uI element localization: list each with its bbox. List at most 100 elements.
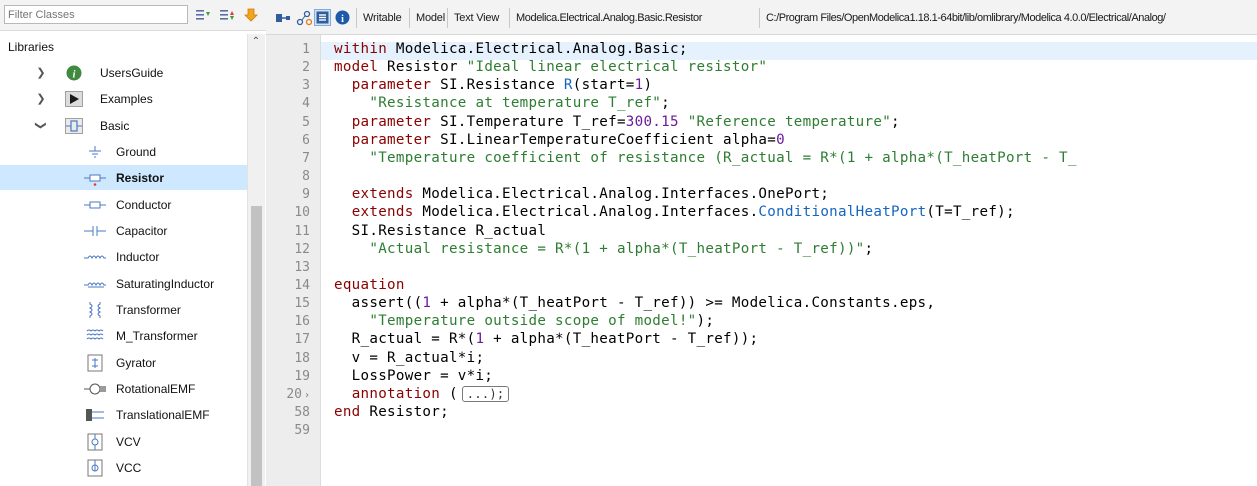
toolbar-separator [447, 8, 448, 28]
fold-marker-icon[interactable]: › [304, 390, 310, 401]
code-token: LossPower = v*i; [334, 367, 494, 384]
code-token: model [334, 59, 379, 76]
chevron-right-icon[interactable]: ❯ [36, 66, 46, 79]
scroll-up-arrow-icon[interactable]: ⌃ [251, 37, 261, 47]
tree-item-usersguide[interactable]: ❯ i UsersGuide [0, 60, 247, 85]
code-line: model Resistor "Ideal linear electrical … [334, 59, 767, 75]
code-token: SI.Temperature T_ref= [431, 113, 626, 130]
line-number: 11 [294, 223, 310, 239]
libraries-scrollbar[interactable]: ⌃ [247, 34, 265, 486]
documentation-view-icon[interactable]: i [334, 9, 351, 26]
tree-item-capacitor[interactable]: Capacitor [0, 218, 247, 243]
code-token: Modelica.Electrical.Analog.Basic; [387, 41, 688, 57]
line-number: 1 [302, 42, 310, 57]
chevron-right-icon[interactable]: ❯ [36, 92, 46, 105]
code-token: + alpha*(T_heatPort - T_ref)); [484, 331, 759, 348]
tree-item-translationalemf[interactable]: TranslationalEMF [0, 402, 247, 427]
tree-item-m-transformer[interactable]: M_Transformer [0, 323, 247, 348]
tree-item-inductor[interactable]: Inductor [0, 244, 247, 269]
conductor-symbol-icon [84, 196, 106, 214]
code-token: parameter [351, 77, 432, 94]
code-token: (start= [572, 77, 635, 94]
tree-item-gyrator[interactable]: Gyrator [0, 350, 247, 375]
sort-down-arrow-icon[interactable] [242, 6, 260, 24]
code-token: "Resistance at temperature T_ref" [369, 95, 662, 112]
code-token: extends [351, 204, 414, 221]
code-token: 0 [776, 131, 785, 148]
code-line: "Temperature outside scope of model!"); [334, 313, 714, 329]
code-token: parameter [351, 113, 432, 130]
m-transformer-symbol-icon [84, 327, 106, 345]
tree-item-label: VCC [116, 460, 142, 475]
tree-item-examples[interactable]: ❯ Examples [0, 86, 247, 111]
toolbar-separator [356, 8, 357, 28]
code-line: R_actual = R*(1 + alpha*(T_heatPort - T_… [334, 331, 758, 347]
line-number-gutter: 1 2 3 4 5 6 7 8 9 10 11 12 13 14 15 16 17 18 19 20 › 58 59 [266, 35, 321, 486]
tree-item-rotationalemf[interactable]: RotationalEMF [0, 376, 247, 401]
collapse-all-icon[interactable] [194, 6, 212, 24]
tree-item-ground[interactable]: Ground [0, 139, 247, 164]
code-token: within [334, 41, 388, 57]
code-line: extends Modelica.Electrical.Analog.Inter… [334, 204, 1015, 220]
text-view-icon[interactable] [314, 9, 331, 26]
tree-item-saturatinginductor[interactable]: SaturatingInductor [0, 271, 247, 296]
collapsed-annotation-button[interactable]: ...); [461, 385, 510, 402]
code-token: assert(( [334, 295, 423, 312]
tree-item-label: Resistor [116, 170, 165, 185]
code-line: end Resistor; [334, 404, 449, 420]
resistor-symbol-icon [84, 169, 106, 187]
line-number: 14 [294, 277, 310, 293]
tree-item-label: TranslationalEMF [116, 407, 210, 422]
code-token: extends [351, 186, 414, 203]
basic-package-icon [63, 117, 85, 135]
line-number: 4 [302, 96, 310, 112]
line-number: 58 [294, 405, 310, 420]
code-token: "Reference temperature" [687, 113, 892, 130]
code-line: SI.Resistance R_actual [334, 223, 546, 239]
libraries-browser: Libraries ❯ i UsersGuide ❯ Examples ❯ Ba… [0, 0, 267, 486]
diagram-view-icon[interactable] [274, 9, 291, 26]
tree-item-label: Inductor [116, 249, 160, 264]
icon-view-icon[interactable] [295, 9, 312, 26]
tree-item-resistor[interactable]: Resistor [0, 165, 247, 190]
tree-item-label: VCV [116, 434, 141, 449]
code-token: ) [643, 77, 653, 94]
ground-symbol-icon [84, 143, 106, 161]
code-token: ( [440, 385, 458, 402]
code-token: SI.Resistance R_actual [334, 222, 547, 239]
tree-item-vcv[interactable]: VCV [0, 429, 247, 454]
line-number: 18 [294, 350, 310, 366]
gyrator-symbol-icon [84, 354, 106, 372]
code-token: R_actual = R*( [334, 331, 476, 348]
tree-item-transformer[interactable]: Transformer [0, 297, 247, 322]
code-line: parameter SI.Temperature T_ref=300.15 "R… [334, 114, 900, 130]
libraries-root-label: Libraries [8, 40, 55, 54]
code-token: Resistor; [360, 404, 449, 420]
tree-item-basic[interactable]: ❯ Basic [0, 113, 247, 138]
code-line: "Temperature coefficient of resistance (… [334, 150, 1077, 166]
tree-item-vcc[interactable]: VCC [0, 455, 247, 480]
filter-classes-input[interactable] [4, 5, 188, 24]
code-token: Resistor [378, 59, 467, 76]
line-number: 15 [294, 296, 310, 312]
text-editor[interactable]: 1 2 3 4 5 6 7 8 9 10 11 12 13 14 15 16 17 18 19 20 › 58 59 wit… [266, 35, 1257, 486]
code-token: ); [696, 313, 715, 330]
expand-all-icon[interactable] [218, 6, 236, 24]
saturating-inductor-symbol-icon [84, 275, 106, 293]
code-line: LossPower = v*i; [334, 368, 493, 384]
line-number: 19 [294, 368, 310, 384]
code-token: "Temperature outside scope of model!" [369, 313, 697, 330]
code-line: parameter SI.LinearTemperatureCoefficien… [334, 132, 785, 148]
chevron-down-icon[interactable]: ❯ [35, 121, 48, 131]
tree-item-conductor[interactable]: Conductor [0, 192, 247, 217]
scrollbar-thumb[interactable] [251, 206, 262, 486]
code-line: extends Modelica.Electrical.Analog.Inter… [334, 186, 829, 202]
line-number: 20 › [286, 386, 310, 402]
code-token: Modelica.Electrical.Analog.Interfaces.On… [413, 186, 830, 203]
line-number: 17 [294, 332, 310, 348]
file-path-label: C:/Program Files/OpenModelica1.18.1-64bi… [766, 12, 1166, 24]
